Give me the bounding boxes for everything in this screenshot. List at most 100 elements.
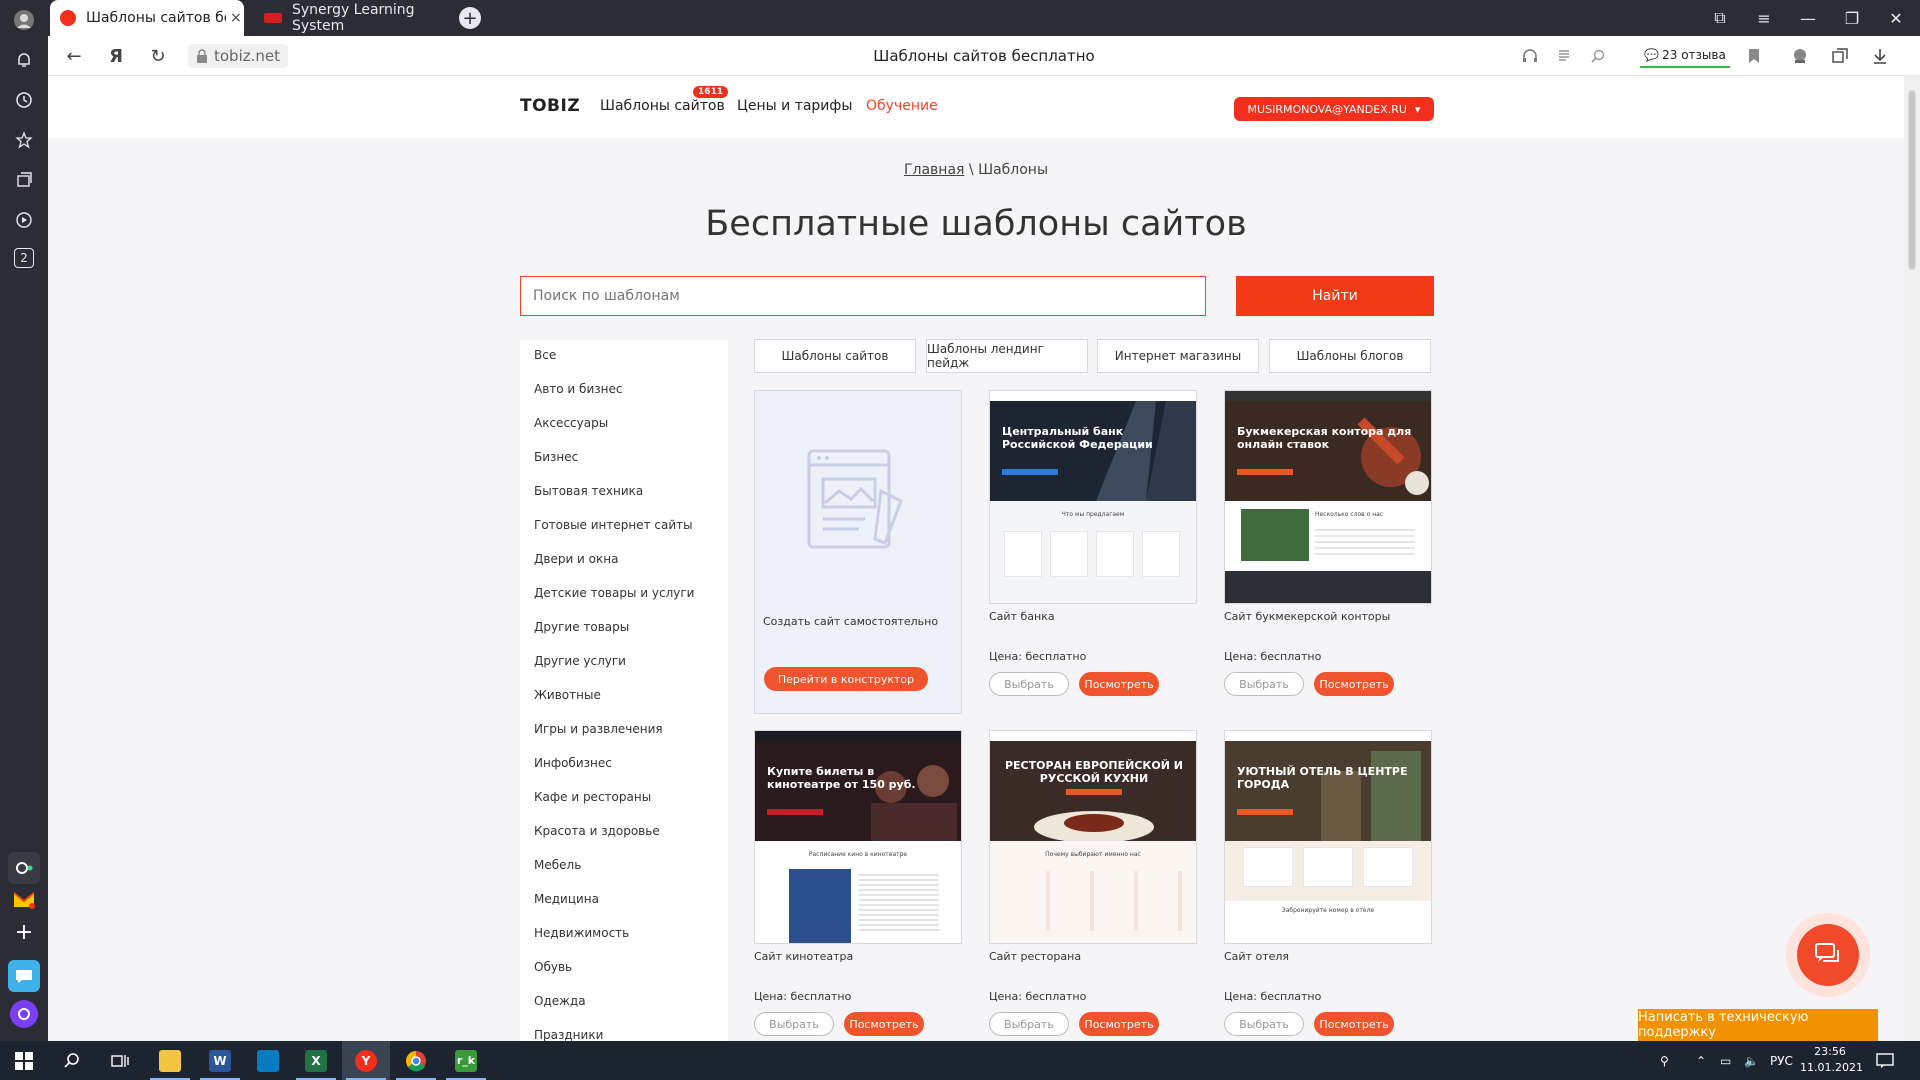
reload-button[interactable]: ↻ xyxy=(146,44,170,68)
template-thumbnail-bookmaker[interactable]: Букмекерская контора для онлайн ставок Н… xyxy=(1224,390,1432,604)
task-view-icon[interactable] xyxy=(96,1041,144,1080)
reviews-button[interactable]: 💬 23 отзыва xyxy=(1640,44,1730,68)
open-builder-button[interactable]: Перейти в конструктор xyxy=(764,667,928,691)
file-explorer-icon[interactable] xyxy=(146,1041,194,1080)
category-item[interactable]: Другие услуги xyxy=(534,654,626,668)
view-button[interactable]: Посмотреть xyxy=(844,1012,924,1036)
volume-icon[interactable]: 🔈 xyxy=(1744,1041,1759,1080)
downloads-icon[interactable] xyxy=(1868,44,1892,68)
scrollbar-thumb[interactable] xyxy=(1908,90,1916,270)
view-button[interactable]: Посмотреть xyxy=(1079,1012,1159,1036)
word-icon[interactable]: W xyxy=(196,1041,244,1080)
template-thumbnail-hotel[interactable]: УЮТНЫЙ ОТЕЛЬ В ЦЕНТРЕ ГОРОДА Забронируйт… xyxy=(1224,730,1432,944)
category-item[interactable]: Праздники xyxy=(534,1028,603,1041)
collections-icon[interactable] xyxy=(12,168,36,192)
messenger-icon[interactable] xyxy=(8,960,40,992)
choose-button[interactable]: Выбрать xyxy=(989,672,1069,696)
tab-tobiz[interactable]: Шаблоны сайтов бесп... × xyxy=(50,0,244,36)
choose-button[interactable]: Выбрать xyxy=(754,1012,834,1036)
template-thumbnail-cinema[interactable]: Купите билеты в кинотеатре от 150 руб. Р… xyxy=(754,730,962,944)
alice-assistant-icon[interactable] xyxy=(10,1000,38,1028)
chrome-icon[interactable] xyxy=(392,1041,440,1080)
category-item[interactable]: Недвижимость xyxy=(534,926,629,940)
tab-close-icon[interactable]: × xyxy=(230,10,242,26)
support-button[interactable]: Написать в техническую поддержку xyxy=(1638,1009,1878,1041)
category-item[interactable]: Другие товары xyxy=(534,620,629,634)
category-item[interactable]: Детские товары и услуги xyxy=(534,586,694,600)
view-button[interactable]: Посмотреть xyxy=(1079,672,1159,696)
search-page-icon[interactable] xyxy=(1586,44,1610,68)
template-name[interactable]: Сайт ресторана xyxy=(989,950,1081,963)
category-item[interactable]: Животные xyxy=(534,688,601,702)
template-name[interactable]: Сайт кинотеатра xyxy=(754,950,853,963)
category-item[interactable]: Авто и бизнес xyxy=(534,382,622,396)
filter-sites[interactable]: Шаблоны сайтов xyxy=(754,339,916,373)
bookmarks-star-icon[interactable] xyxy=(12,128,36,152)
filter-landing[interactable]: Шаблоны лендинг пейдж xyxy=(926,339,1088,373)
user-account-button[interactable]: MUSIRMONOVA@YANDEX.RU ▾ xyxy=(1234,97,1434,121)
view-button[interactable]: Посмотреть xyxy=(1314,1012,1394,1036)
category-item[interactable]: Красота и здоровье xyxy=(534,824,660,838)
category-item[interactable]: Медицина xyxy=(534,892,599,906)
view-button[interactable]: Посмотреть xyxy=(1314,672,1394,696)
counter-badge-icon[interactable]: 2 xyxy=(14,248,34,268)
system-clock[interactable]: 23:56 11.01.2021 xyxy=(1800,1044,1863,1076)
template-thumbnail-restaurant[interactable]: РЕСТОРАН ЕВРОПЕЙСКОЙ И РУССКОЙ КУХНИ Поч… xyxy=(989,730,1197,944)
filter-blogs[interactable]: Шаблоны блогов xyxy=(1269,339,1431,373)
template-thumbnail-bank[interactable]: Центральный банк Российской Федерации Чт… xyxy=(989,390,1197,604)
site-logo[interactable]: TOBIZ xyxy=(520,96,580,116)
protect-icon[interactable] xyxy=(1788,44,1812,68)
category-item[interactable]: Бизнес xyxy=(534,450,578,464)
tab-collections-button[interactable]: ⧉ xyxy=(1700,0,1740,36)
action-center-icon[interactable] xyxy=(1876,1041,1894,1080)
nav-learning[interactable]: Обучение xyxy=(866,98,938,114)
search-button[interactable]: Найти xyxy=(1236,276,1434,316)
bookmark-icon[interactable] xyxy=(1742,44,1766,68)
category-item[interactable]: Инфобизнес xyxy=(534,756,612,770)
category-item[interactable]: Игры и развлечения xyxy=(534,722,663,736)
notifications-icon[interactable] xyxy=(12,48,36,72)
category-item[interactable]: Двери и окна xyxy=(534,552,618,566)
alice-widget-icon[interactable] xyxy=(8,852,40,884)
tray-chevron-up-icon[interactable]: ⌃ xyxy=(1696,1041,1706,1080)
template-name[interactable]: Сайт отеля xyxy=(1224,950,1289,963)
yandex-home-button[interactable]: Я xyxy=(104,44,128,68)
minimize-button[interactable]: — xyxy=(1788,0,1828,36)
choose-button[interactable]: Выбрать xyxy=(1224,1012,1304,1036)
rk-app-icon[interactable]: r_k xyxy=(442,1041,490,1080)
profile-avatar-icon[interactable] xyxy=(12,8,36,32)
new-tab-button[interactable]: + xyxy=(456,0,484,36)
nav-templates[interactable]: Шаблоны сайтов xyxy=(600,98,725,114)
input-language[interactable]: РУС xyxy=(1770,1041,1793,1080)
page-scrollbar[interactable] xyxy=(1904,76,1920,1041)
headphones-icon[interactable] xyxy=(1518,44,1542,68)
reader-mode-icon[interactable] xyxy=(1552,44,1576,68)
search-input[interactable] xyxy=(520,276,1206,316)
people-icon[interactable]: ⚲ xyxy=(1660,1041,1669,1080)
category-item[interactable]: Мебель xyxy=(534,858,581,872)
restore-button[interactable]: ❐ xyxy=(1832,0,1872,36)
close-window-button[interactable]: ✕ xyxy=(1876,0,1916,36)
category-item[interactable]: Кафе и рестораны xyxy=(534,790,651,804)
history-icon[interactable] xyxy=(12,88,36,112)
filter-shops[interactable]: Интернет магазины xyxy=(1097,339,1259,373)
chat-button[interactable] xyxy=(1786,913,1870,997)
category-item[interactable]: Обувь xyxy=(534,960,572,974)
tab-synergy[interactable]: Synergy Learning System xyxy=(254,0,454,36)
nav-pricing[interactable]: Цены и тарифы xyxy=(737,98,852,114)
url-field[interactable]: tobiz.net xyxy=(188,44,289,68)
template-name[interactable]: Сайт банка xyxy=(989,610,1055,623)
add-widget-icon[interactable]: + xyxy=(8,916,40,948)
breadcrumb-home-link[interactable]: Главная xyxy=(904,162,964,178)
category-item[interactable]: Все xyxy=(534,348,556,362)
excel-icon[interactable]: X xyxy=(292,1041,340,1080)
category-item[interactable]: Одежда xyxy=(534,994,586,1008)
template-name[interactable]: Сайт букмекерской конторы xyxy=(1224,610,1390,623)
video-play-icon[interactable] xyxy=(12,208,36,232)
network-icon[interactable]: ▭ xyxy=(1720,1041,1731,1080)
search-icon[interactable] xyxy=(48,1041,96,1080)
choose-button[interactable]: Выбрать xyxy=(989,1012,1069,1036)
mail-icon[interactable] xyxy=(8,884,40,916)
back-button[interactable]: ← xyxy=(62,44,86,68)
store-icon[interactable] xyxy=(244,1041,292,1080)
